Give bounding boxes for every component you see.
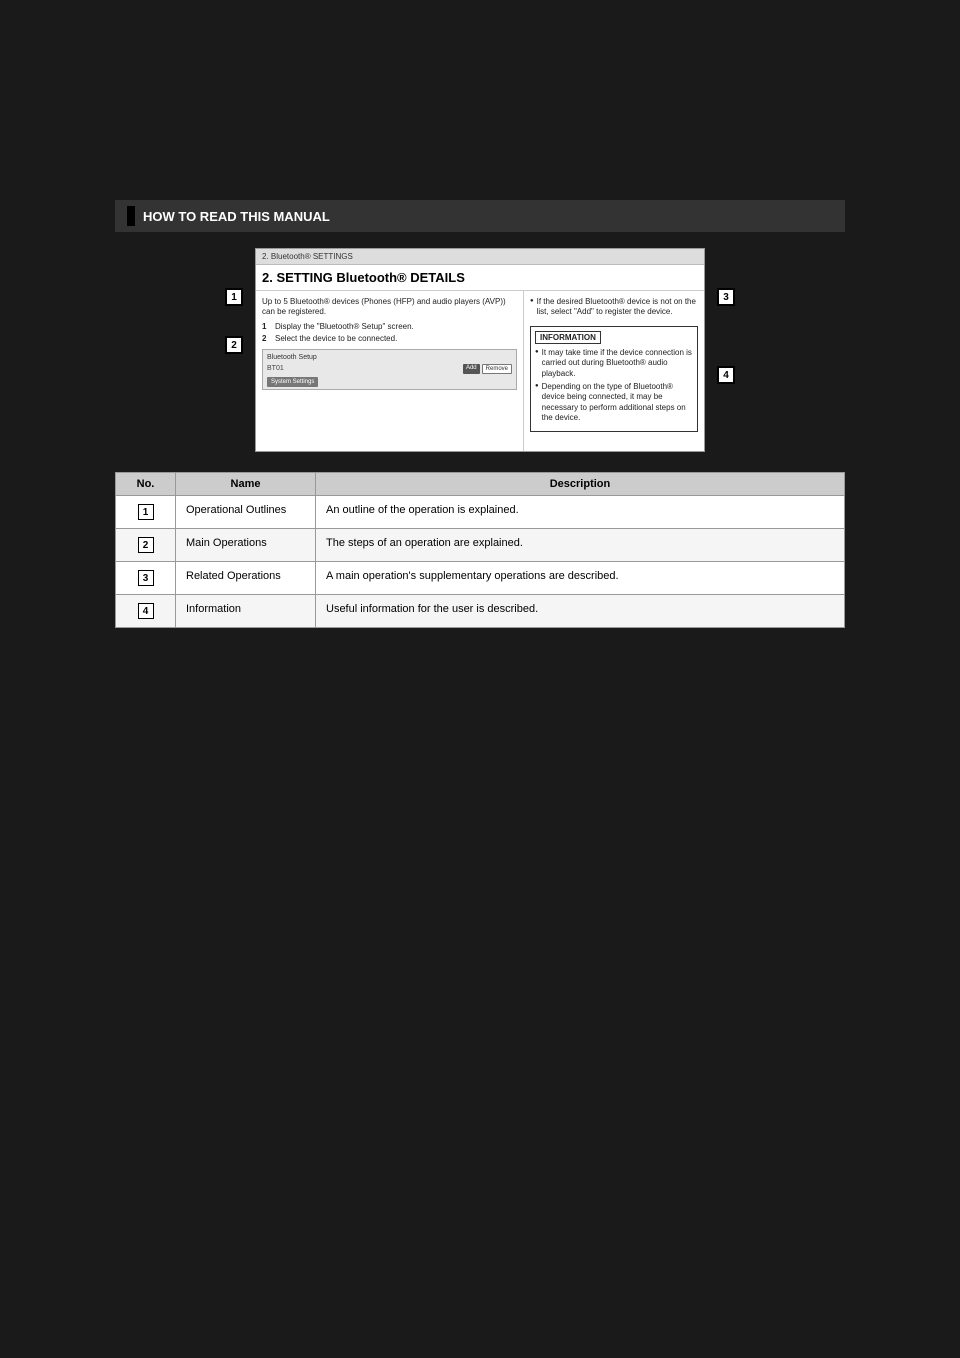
screen-steps: 1 Display the "Bluetooth® Setup" screen.… — [262, 322, 517, 343]
col-header-desc: Description — [316, 473, 845, 496]
page: HOW TO READ THIS MANUAL 1 2 2. Bluetooth… — [0, 0, 960, 1358]
label-3: 3 — [717, 288, 735, 306]
remove-btn: Remove — [482, 364, 512, 374]
screen-title-bar: 2. Bluetooth® SETTINGS — [256, 249, 704, 265]
label-1: 1 — [225, 288, 243, 306]
diagram-wrapper: 1 2 2. Bluetooth® SETTINGS 2. SETTING Bl… — [255, 248, 705, 452]
screen-heading: 2. SETTING Bluetooth® DETAILS — [256, 265, 704, 291]
info-bullet-2: Depending on the type of Bluetooth® devi… — [535, 382, 693, 424]
table-cell-name-1: Operational Outlines — [176, 496, 316, 529]
step-num-2: 2 — [262, 334, 272, 343]
diagram-area: 1 2 2. Bluetooth® SETTINGS 2. SETTING Bl… — [115, 248, 845, 452]
add-btn: Add — [463, 364, 480, 374]
step-text-2: Select the device to be connected. — [275, 334, 397, 343]
inner-list-item: BT01 — [267, 365, 463, 372]
screen-step-1: 1 Display the "Bluetooth® Setup" screen. — [262, 322, 517, 331]
info-bullet-1-text: It may take time if the device connectio… — [542, 348, 693, 379]
info-box-title: INFORMATION — [535, 331, 601, 344]
right-bullet-1: If the desired Bluetooth® device is not … — [530, 297, 698, 318]
table-cell-name-4: Information — [176, 595, 316, 628]
screen-inner-mockup: Bluetooth Setup BT01 Add Remove Sys — [262, 349, 517, 390]
system-btn-row: System Settings — [267, 376, 512, 385]
table-cell-desc-3: A main operation's supplementary operati… — [316, 562, 845, 595]
table-cell-desc-2: The steps of an operation are explained. — [316, 529, 845, 562]
table-cell-no-4: 4 — [116, 595, 176, 628]
label-4: 4 — [717, 366, 735, 384]
table-row: 1Operational OutlinesAn outline of the o… — [116, 496, 845, 529]
table-cell-no-2: 2 — [116, 529, 176, 562]
left-labels: 1 2 — [225, 288, 243, 354]
screen-left: Up to 5 Bluetooth® devices (Phones (HFP)… — [256, 291, 524, 451]
table-row: 3Related OperationsA main operation's su… — [116, 562, 845, 595]
right-bullet-1-text: If the desired Bluetooth® device is not … — [537, 297, 698, 318]
screen-step-2: 2 Select the device to be connected. — [262, 334, 517, 343]
inner-row: BT01 Add Remove — [267, 364, 512, 374]
system-settings-btn: System Settings — [267, 377, 318, 387]
table-cell-no-3: 3 — [116, 562, 176, 595]
info-bullet-2-text: Depending on the type of Bluetooth® devi… — [542, 382, 693, 424]
table-cell-desc-1: An outline of the operation is explained… — [316, 496, 845, 529]
screen-body: Up to 5 Bluetooth® devices (Phones (HFP)… — [256, 291, 704, 451]
step-num-1: 1 — [262, 322, 272, 331]
table-cell-name-3: Related Operations — [176, 562, 316, 595]
section-header: HOW TO READ THIS MANUAL — [115, 200, 845, 232]
label-2: 2 — [225, 336, 243, 354]
info-box: INFORMATION It may take time if the devi… — [530, 326, 698, 432]
col-header-no: No. — [116, 473, 176, 496]
right-labels: 3 4 — [717, 288, 735, 384]
table-row: 4InformationUseful information for the u… — [116, 595, 845, 628]
info-bullet-1: It may take time if the device connectio… — [535, 348, 693, 379]
table-cell-desc-4: Useful information for the user is descr… — [316, 595, 845, 628]
table-header-row: No. Name Description — [116, 473, 845, 496]
table-cell-name-2: Main Operations — [176, 529, 316, 562]
section-header-bar — [127, 206, 135, 226]
table-row: 2Main OperationsThe steps of an operatio… — [116, 529, 845, 562]
inner-buttons: Add Remove — [463, 364, 512, 374]
section-header-label: HOW TO READ THIS MANUAL — [143, 209, 330, 224]
content-area: HOW TO READ THIS MANUAL 1 2 2. Bluetooth… — [115, 200, 845, 628]
screen-description: Up to 5 Bluetooth® devices (Phones (HFP)… — [262, 297, 517, 318]
step-text-1: Display the "Bluetooth® Setup" screen. — [275, 322, 414, 331]
screen-right: If the desired Bluetooth® device is not … — [524, 291, 704, 451]
info-table: No. Name Description 1Operational Outlin… — [115, 472, 845, 628]
inner-title: Bluetooth Setup — [267, 354, 512, 361]
col-header-name: Name — [176, 473, 316, 496]
screen-mockup: 2. Bluetooth® SETTINGS 2. SETTING Blueto… — [255, 248, 705, 452]
table-cell-no-1: 1 — [116, 496, 176, 529]
